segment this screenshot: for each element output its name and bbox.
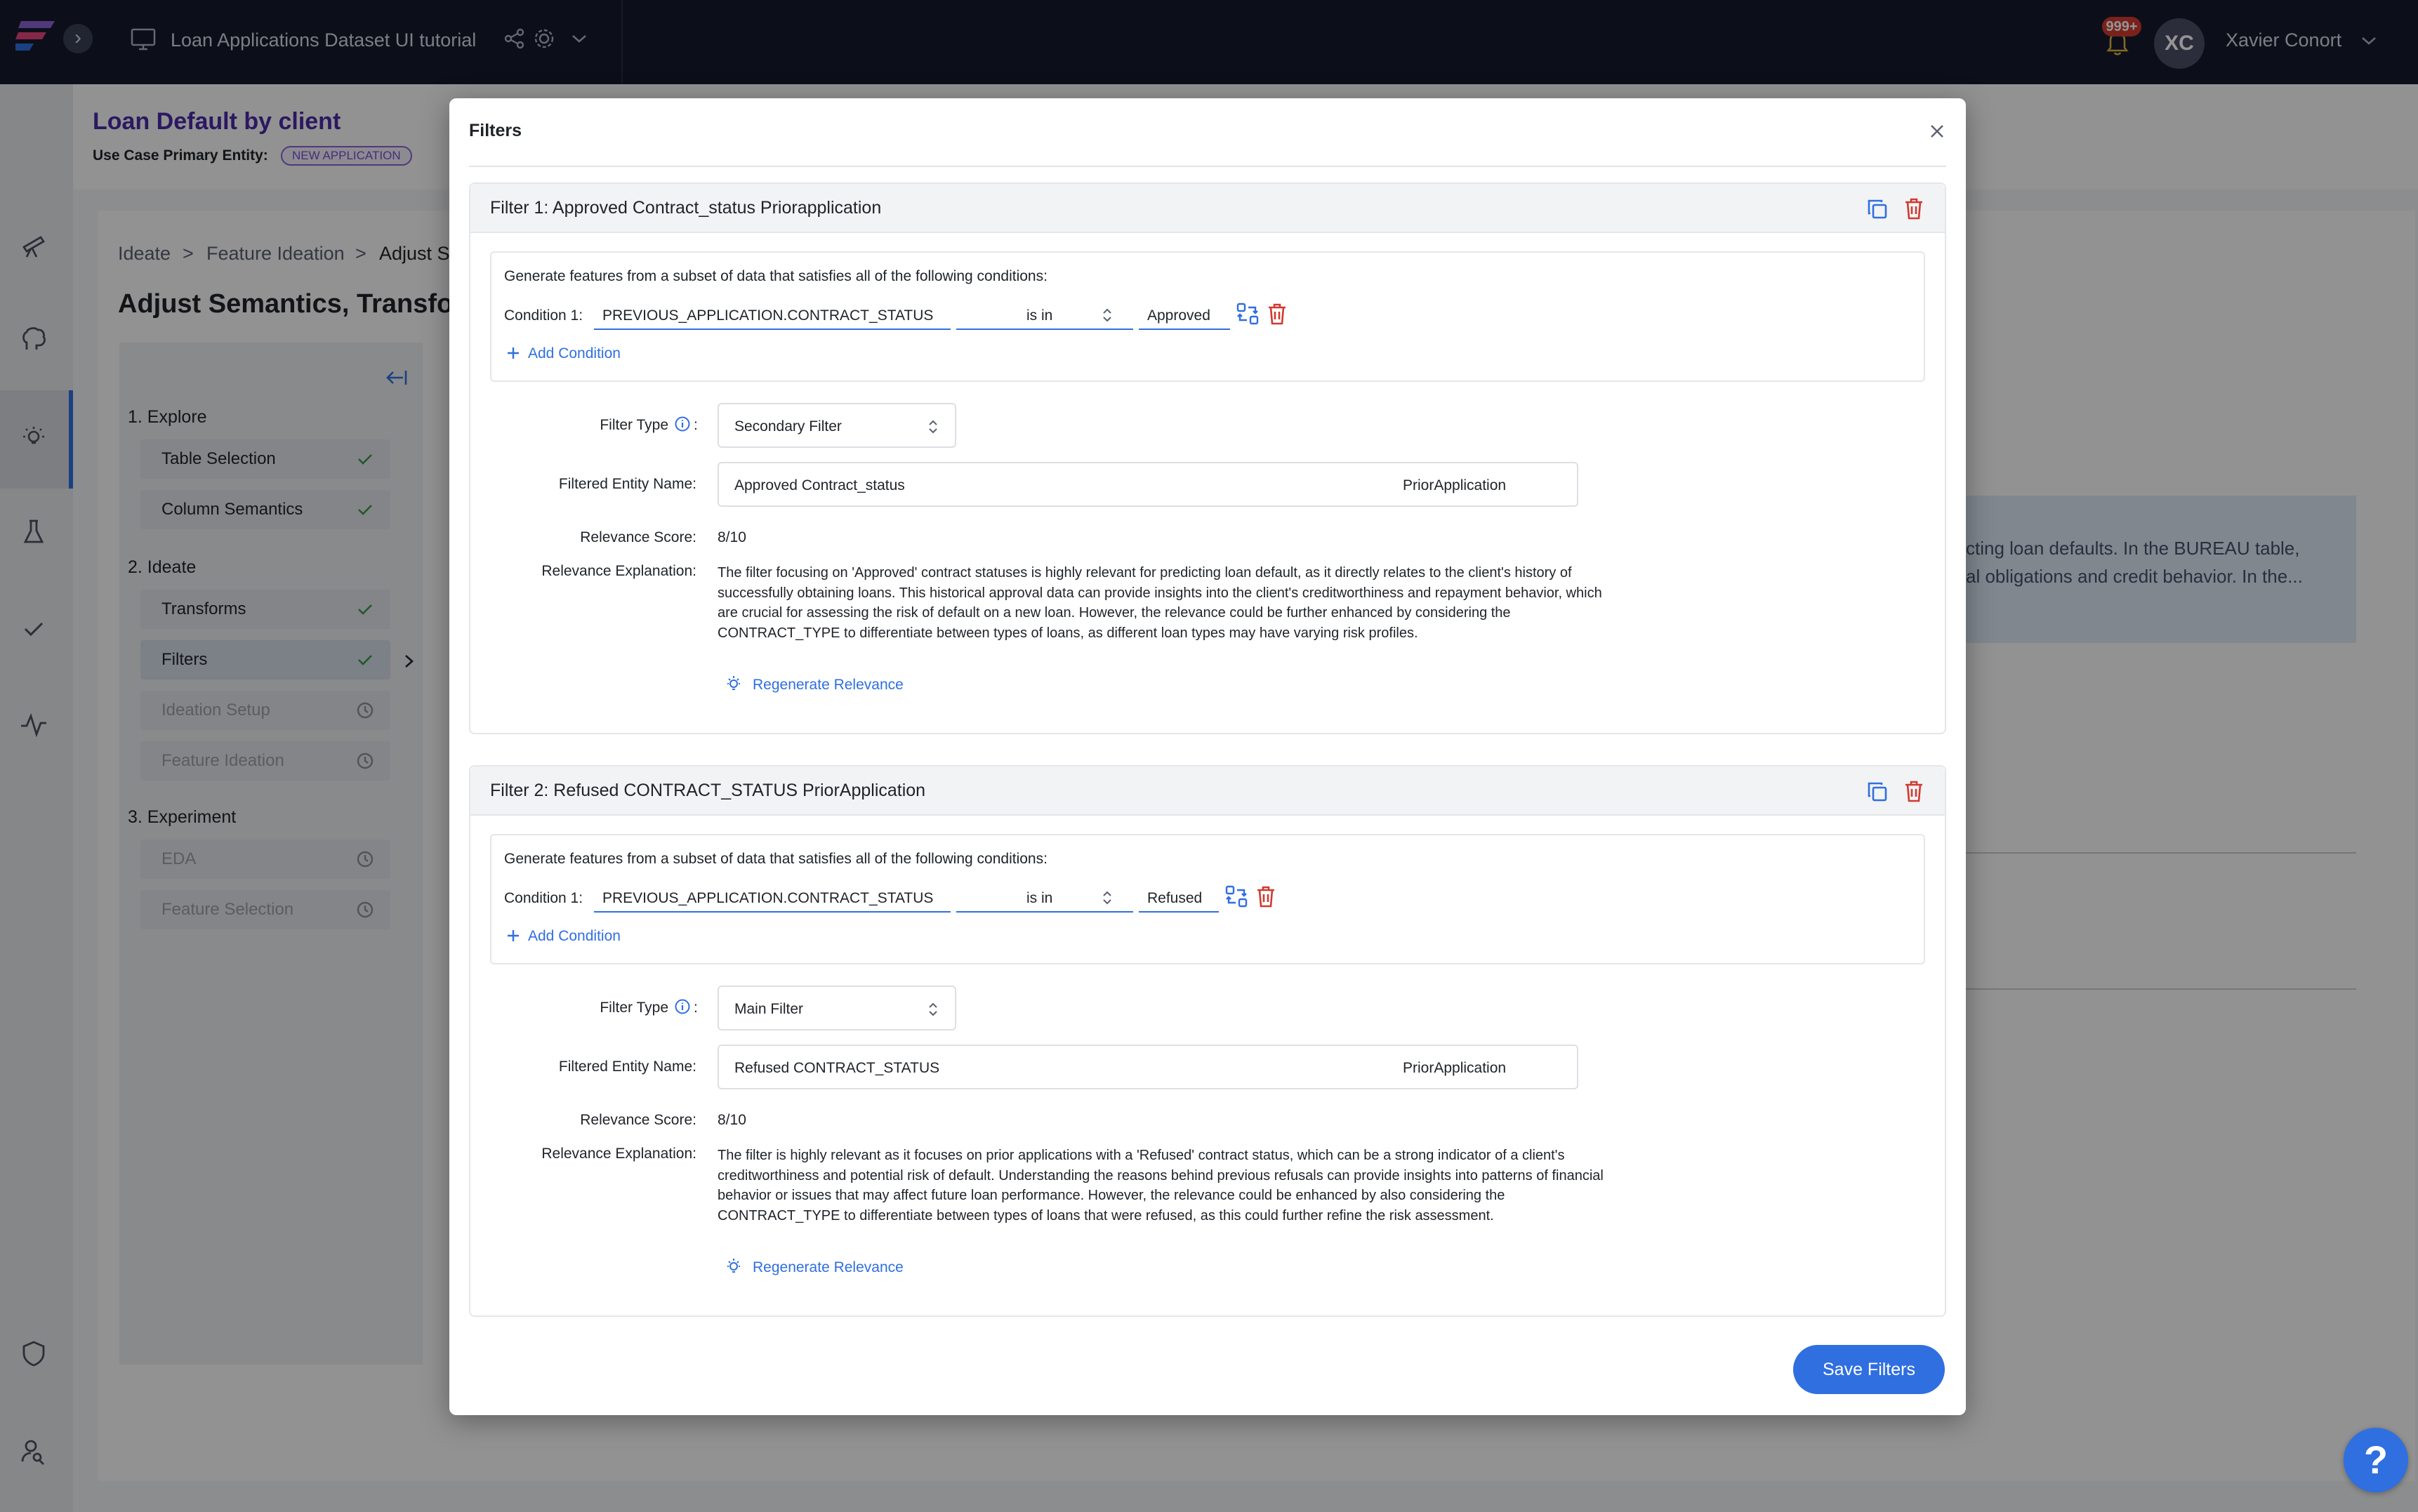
condition-operator-value: is in	[1026, 890, 1053, 906]
condition-column-value: PREVIOUS_APPLICATION.CONTRACT_STATUS	[602, 890, 934, 906]
condition-intro: Generate features from a subset of data …	[504, 268, 1048, 284]
plus-icon	[508, 930, 519, 941]
filter-card-1: Filter 1: Approved Contract_status Prior…	[469, 183, 1946, 734]
filtered-entity-input[interactable]: Approved Contract_status PriorApplicatio…	[718, 462, 1578, 507]
condition-column-field[interactable]: PREVIOUS_APPLICATION.CONTRACT_STATUS	[594, 882, 951, 913]
modal-title: Filters	[469, 121, 522, 140]
filters-modal: Filters Filter 1: Approved Contract_stat…	[449, 98, 1966, 1415]
add-condition-label: Add Condition	[528, 928, 621, 944]
filter-card-2: Filter 2: Refused CONTRACT_STATUS PriorA…	[469, 765, 1946, 1317]
regenerate-relevance-button[interactable]: Regenerate Relevance	[725, 672, 921, 696]
filtered-entity-label: Filtered Entity Name:	[558, 476, 696, 492]
condition-operator-select[interactable]: is in	[956, 299, 1133, 330]
regenerate-relevance-label: Regenerate Relevance	[753, 677, 904, 693]
divider	[469, 166, 1946, 167]
filtered-entity-parent: PriorApplication	[1403, 477, 1507, 493]
condition-box: Generate features from a subset of data …	[490, 834, 1925, 964]
regenerate-relevance-label: Regenerate Relevance	[753, 1259, 904, 1275]
chevron-updown-icon	[1103, 891, 1111, 905]
condition-value: Refused	[1147, 890, 1203, 906]
plus-icon	[508, 347, 519, 359]
filter-type-select[interactable]: Main Filter	[718, 986, 956, 1030]
condition-intro: Generate features from a subset of data …	[504, 851, 1048, 867]
relevance-explanation-text: The filter focusing on 'Approved' contra…	[718, 565, 1602, 641]
close-icon[interactable]	[1928, 122, 1946, 140]
lightbulb-icon	[727, 676, 740, 690]
trash-icon[interactable]	[1255, 884, 1276, 908]
filter-title: Filter 2: Refused CONTRACT_STATUS PriorA…	[490, 781, 926, 800]
filter-type-colon: :	[694, 1000, 698, 1016]
relevance-score-value: 8/10	[718, 1112, 746, 1128]
filter-title: Filter 1: Approved Contract_status Prior…	[490, 198, 882, 218]
add-condition-label: Add Condition	[528, 345, 621, 362]
trash-icon[interactable]	[1903, 197, 1925, 220]
swap-icon[interactable]	[1236, 302, 1260, 326]
filtered-entity-input[interactable]: Refused CONTRACT_STATUS PriorApplication	[718, 1045, 1578, 1089]
regenerate-relevance-button[interactable]: Regenerate Relevance	[725, 1255, 921, 1279]
filtered-entity-parent: PriorApplication	[1403, 1060, 1507, 1076]
trash-icon[interactable]	[1903, 779, 1925, 803]
condition-box: Generate features from a subset of data …	[490, 251, 1925, 382]
condition-operator-select[interactable]: is in	[956, 882, 1133, 913]
chevron-updown-icon	[929, 1002, 937, 1016]
relevance-explanation-text: The filter is highly relevant as it focu…	[718, 1148, 1604, 1223]
filter-type-colon: :	[694, 417, 698, 433]
trash-icon[interactable]	[1267, 302, 1288, 326]
swap-icon[interactable]	[1224, 884, 1248, 908]
condition-value: Approved	[1147, 307, 1210, 324]
filter-type-select[interactable]: Secondary Filter	[718, 403, 956, 448]
chevron-updown-icon	[1103, 308, 1111, 322]
condition-column-field[interactable]: PREVIOUS_APPLICATION.CONTRACT_STATUS	[594, 299, 951, 330]
filter-card-header: Filter 2: Refused CONTRACT_STATUS PriorA…	[470, 767, 1945, 816]
condition-value-field[interactable]: Approved	[1139, 299, 1230, 330]
copy-icon[interactable]	[1866, 198, 1889, 220]
relevance-explanation-label: Relevance Explanation:	[541, 563, 696, 579]
copy-icon[interactable]	[1866, 781, 1889, 803]
filter-type-label: Filter Type	[600, 1000, 668, 1016]
condition-column-value: PREVIOUS_APPLICATION.CONTRACT_STATUS	[602, 307, 934, 324]
save-filters-button[interactable]: Save Filters	[1793, 1345, 1945, 1394]
filter-type-value: Secondary Filter	[734, 418, 842, 435]
filtered-entity-label: Filtered Entity Name:	[558, 1059, 696, 1075]
lightbulb-icon	[727, 1259, 740, 1273]
info-icon[interactable]	[674, 998, 691, 1015]
condition-value-field[interactable]: Refused	[1139, 882, 1219, 913]
relevance-score-label: Relevance Score:	[580, 529, 696, 545]
help-button[interactable]: ?	[2344, 1428, 2408, 1492]
relevance-explanation-label: Relevance Explanation:	[541, 1146, 696, 1162]
filtered-entity-value: Approved Contract_status	[734, 477, 905, 493]
condition-operator-value: is in	[1026, 307, 1053, 324]
filter-type-value: Main Filter	[734, 1001, 804, 1017]
filtered-entity-value: Refused CONTRACT_STATUS	[734, 1060, 940, 1076]
condition-label: Condition 1:	[504, 307, 583, 324]
relevance-score-label: Relevance Score:	[580, 1112, 696, 1128]
filter-card-header: Filter 1: Approved Contract_status Prior…	[470, 184, 1945, 233]
info-icon[interactable]	[674, 416, 691, 432]
chevron-updown-icon	[929, 420, 937, 434]
condition-label: Condition 1:	[504, 890, 583, 906]
filter-type-label: Filter Type	[600, 417, 668, 433]
relevance-score-value: 8/10	[718, 529, 746, 545]
